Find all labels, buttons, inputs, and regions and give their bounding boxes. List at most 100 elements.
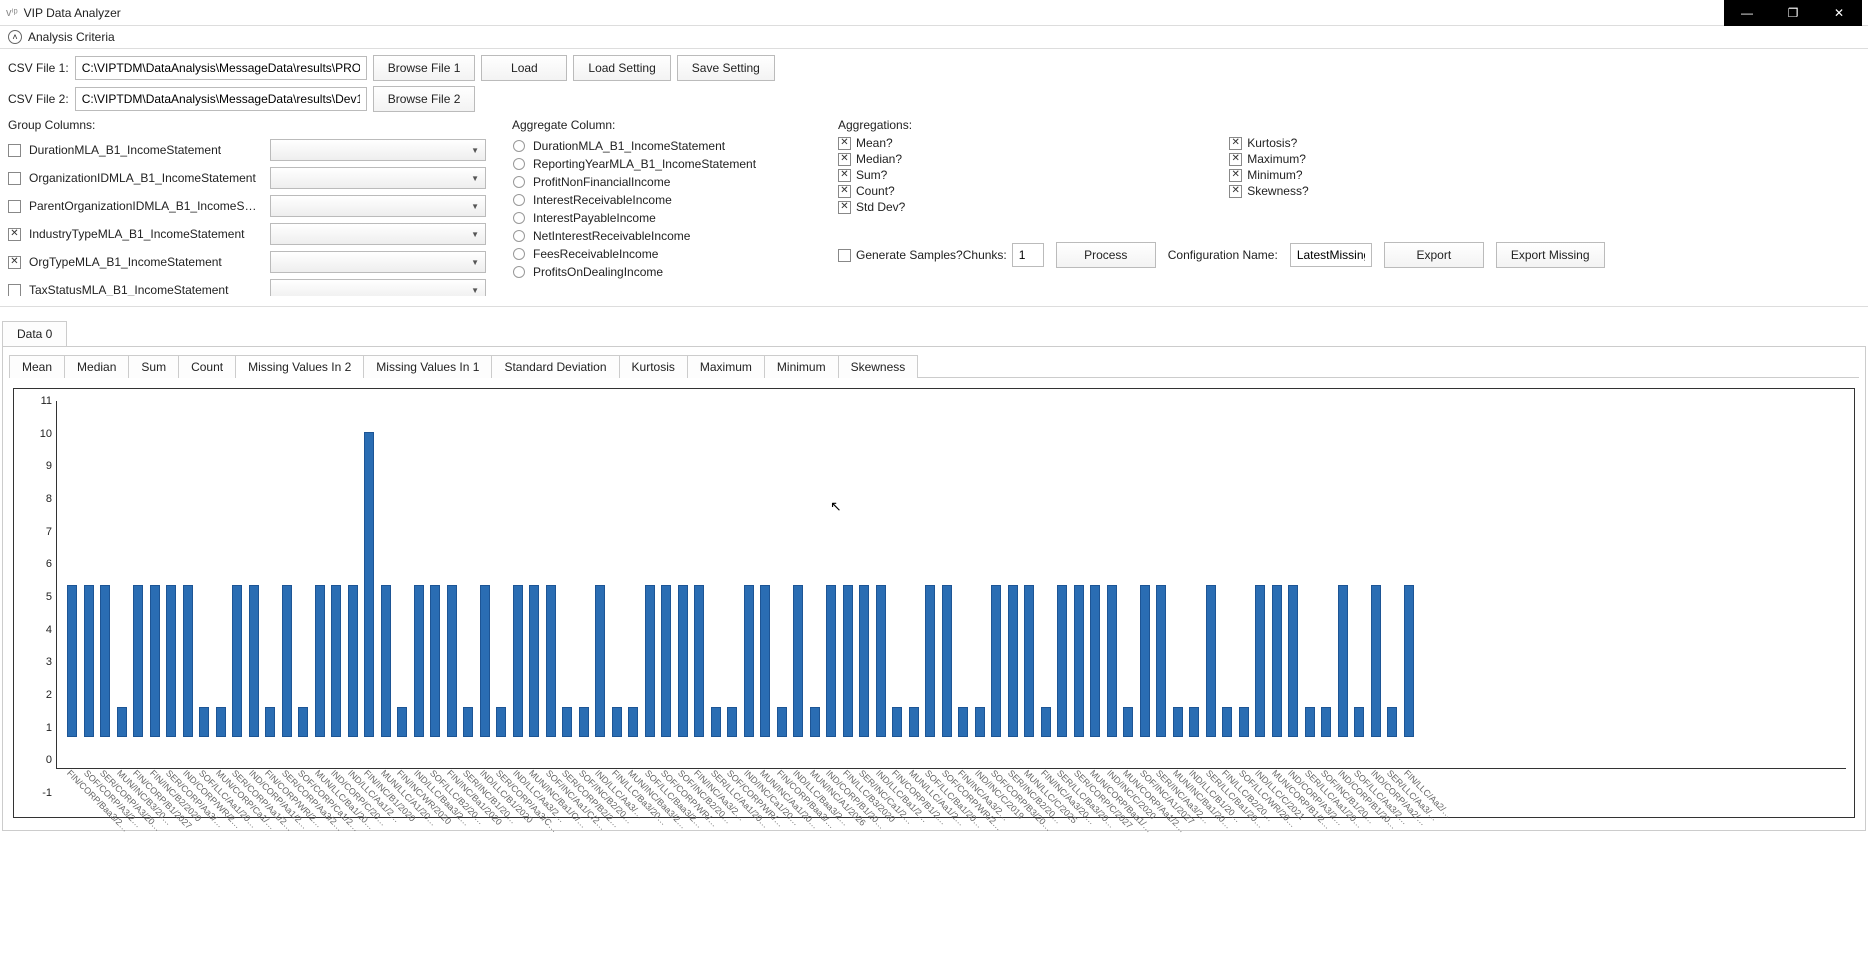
aggregate-column-radio[interactable] bbox=[513, 176, 525, 188]
maximize-button[interactable]: ❐ bbox=[1770, 0, 1816, 26]
aggregation-checkbox[interactable] bbox=[838, 201, 851, 214]
aggregation-item[interactable]: Median? bbox=[838, 152, 1201, 166]
aggregate-column-radio[interactable] bbox=[513, 212, 525, 224]
analysis-criteria-header[interactable]: ˄ Analysis Criteria bbox=[0, 26, 1868, 49]
window-buttons: — ❐ ✕ bbox=[1724, 0, 1862, 26]
stat-tab[interactable]: Count bbox=[178, 355, 236, 378]
group-column-checkbox[interactable] bbox=[8, 172, 21, 185]
aggregation-checkbox[interactable] bbox=[838, 169, 851, 182]
browse-file2-button[interactable]: Browse File 2 bbox=[373, 86, 476, 112]
aggregate-column-item[interactable]: ReportingYearMLA_B1_IncomeStatement bbox=[513, 155, 811, 173]
aggregation-checkbox[interactable] bbox=[1229, 137, 1242, 150]
aggregation-item[interactable]: Mean? bbox=[838, 136, 1201, 150]
group-column-item[interactable]: ParentOrganizationIDMLA_B1_IncomeStateme… bbox=[8, 192, 486, 220]
y-tick-label: 1 bbox=[46, 722, 52, 734]
chunks-input[interactable] bbox=[1012, 243, 1044, 267]
aggregate-column-radio[interactable] bbox=[513, 248, 525, 260]
stat-tab[interactable]: Sum bbox=[128, 355, 179, 378]
group-column-combo[interactable]: ▼ bbox=[270, 251, 486, 273]
stat-tab[interactable]: Maximum bbox=[687, 355, 765, 378]
group-column-combo[interactable]: ▼ bbox=[270, 279, 486, 296]
chart-bar bbox=[1123, 707, 1133, 738]
process-button[interactable]: Process bbox=[1056, 242, 1156, 268]
group-column-combo[interactable]: ▼ bbox=[270, 139, 486, 161]
group-column-combo[interactable]: ▼ bbox=[270, 167, 486, 189]
stat-tab[interactable]: Mean bbox=[9, 355, 65, 378]
aggregation-item[interactable]: Std Dev? bbox=[838, 200, 1201, 214]
chart-bar bbox=[100, 585, 110, 738]
aggregate-column-item[interactable]: InterestPayableIncome bbox=[513, 209, 811, 227]
aggregations-col: Aggregations: Mean?Kurtosis?Median?Maxim… bbox=[838, 118, 1605, 296]
group-column-checkbox[interactable] bbox=[8, 200, 21, 213]
group-column-checkbox[interactable] bbox=[8, 228, 21, 241]
stat-tab[interactable]: Standard Deviation bbox=[491, 355, 619, 378]
aggregation-item[interactable]: Minimum? bbox=[1229, 168, 1604, 182]
aggregate-column-label: NetInterestReceivableIncome bbox=[533, 229, 690, 243]
aggregation-item[interactable]: Skewness? bbox=[1229, 184, 1604, 198]
aggregate-column-item[interactable]: ProfitsOnDealingIncome bbox=[513, 263, 811, 281]
tab-data-0[interactable]: Data 0 bbox=[2, 321, 67, 346]
aggregate-column-item[interactable]: DurationMLA_B1_IncomeStatement bbox=[513, 137, 811, 155]
generate-samples-checkbox[interactable] bbox=[838, 249, 851, 262]
export-button[interactable]: Export bbox=[1384, 242, 1484, 268]
aggregation-checkbox[interactable] bbox=[838, 185, 851, 198]
group-column-combo[interactable]: ▼ bbox=[270, 223, 486, 245]
aggregate-column-radio[interactable] bbox=[513, 230, 525, 242]
group-column-checkbox[interactable] bbox=[8, 144, 21, 157]
aggregation-item[interactable]: Sum? bbox=[838, 168, 1201, 182]
aggregate-column-radio[interactable] bbox=[513, 194, 525, 206]
chart-bar bbox=[760, 585, 770, 738]
aggregation-item[interactable]: Maximum? bbox=[1229, 152, 1604, 166]
aggregation-checkbox[interactable] bbox=[1229, 169, 1242, 182]
group-column-item[interactable]: DurationMLA_B1_IncomeStatement▼ bbox=[8, 136, 486, 164]
stat-tab[interactable]: Missing Values In 2 bbox=[235, 355, 364, 378]
aggregation-item[interactable]: Count? bbox=[838, 184, 1201, 198]
group-columns-list[interactable]: DurationMLA_B1_IncomeStatement▼Organizat… bbox=[8, 136, 486, 296]
chart-bar bbox=[84, 585, 94, 738]
stat-tab[interactable]: Kurtosis bbox=[619, 355, 688, 378]
load-button[interactable]: Load bbox=[481, 55, 567, 81]
group-column-combo[interactable]: ▼ bbox=[270, 195, 486, 217]
load-setting-button[interactable]: Load Setting bbox=[573, 55, 670, 81]
group-column-item[interactable]: OrgTypeMLA_B1_IncomeStatement▼ bbox=[8, 248, 486, 276]
aggregate-column-radio[interactable] bbox=[513, 140, 525, 152]
chart-bar bbox=[1222, 707, 1232, 738]
aggregate-column-item[interactable]: FeesReceivableIncome bbox=[513, 245, 811, 263]
group-column-checkbox[interactable] bbox=[8, 284, 21, 297]
aggregation-checkbox[interactable] bbox=[838, 153, 851, 166]
stat-tab[interactable]: Missing Values In 1 bbox=[363, 355, 492, 378]
chevron-down-icon: ▼ bbox=[471, 258, 479, 267]
aggregate-column-radio[interactable] bbox=[513, 158, 525, 170]
aggregation-item[interactable]: Kurtosis? bbox=[1229, 136, 1604, 150]
aggregation-label: Skewness? bbox=[1247, 184, 1308, 198]
aggregations-list: Mean? Kurtosis? Median? Maximum? Sum? Minimum… bbox=[838, 136, 1605, 214]
stat-tab[interactable]: Median bbox=[64, 355, 129, 378]
browse-file1-button[interactable]: Browse File 1 bbox=[373, 55, 476, 81]
stat-tab[interactable]: Skewness bbox=[838, 355, 919, 378]
minimize-button[interactable]: — bbox=[1724, 0, 1770, 26]
aggregation-checkbox[interactable] bbox=[1229, 153, 1242, 166]
aggregate-column-item[interactable]: ProfitNonFinancialIncome bbox=[513, 173, 811, 191]
config-name-input[interactable] bbox=[1290, 243, 1372, 267]
group-column-checkbox[interactable] bbox=[8, 256, 21, 269]
group-column-item[interactable]: TaxStatusMLA_B1_IncomeStatement▼ bbox=[8, 276, 486, 296]
export-missing-button[interactable]: Export Missing bbox=[1496, 242, 1605, 268]
save-setting-button[interactable]: Save Setting bbox=[677, 55, 775, 81]
aggregate-column-item[interactable]: InterestReceivableIncome bbox=[513, 191, 811, 209]
file2-path-input[interactable] bbox=[75, 87, 367, 111]
aggregate-column-item[interactable]: NetInterestReceivableIncome bbox=[513, 227, 811, 245]
aggregation-checkbox[interactable] bbox=[1229, 185, 1242, 198]
group-column-item[interactable]: IndustryTypeMLA_B1_IncomeStatement▼ bbox=[8, 220, 486, 248]
chart-bar bbox=[1156, 585, 1166, 738]
aggregate-column-list[interactable]: DurationMLA_B1_IncomeStatementReportingY… bbox=[512, 136, 812, 282]
file1-path-input[interactable] bbox=[75, 56, 367, 80]
stat-tab[interactable]: Minimum bbox=[764, 355, 839, 378]
close-button[interactable]: ✕ bbox=[1816, 0, 1862, 26]
chart-bar bbox=[727, 707, 737, 738]
aggregate-column-radio[interactable] bbox=[513, 266, 525, 278]
chart-bar bbox=[628, 707, 638, 738]
group-column-item[interactable]: OrganizationIDMLA_B1_IncomeStatement▼ bbox=[8, 164, 486, 192]
collapse-icon[interactable]: ˄ bbox=[8, 30, 22, 44]
aggregation-checkbox[interactable] bbox=[838, 137, 851, 150]
chart-bar bbox=[1074, 585, 1084, 738]
